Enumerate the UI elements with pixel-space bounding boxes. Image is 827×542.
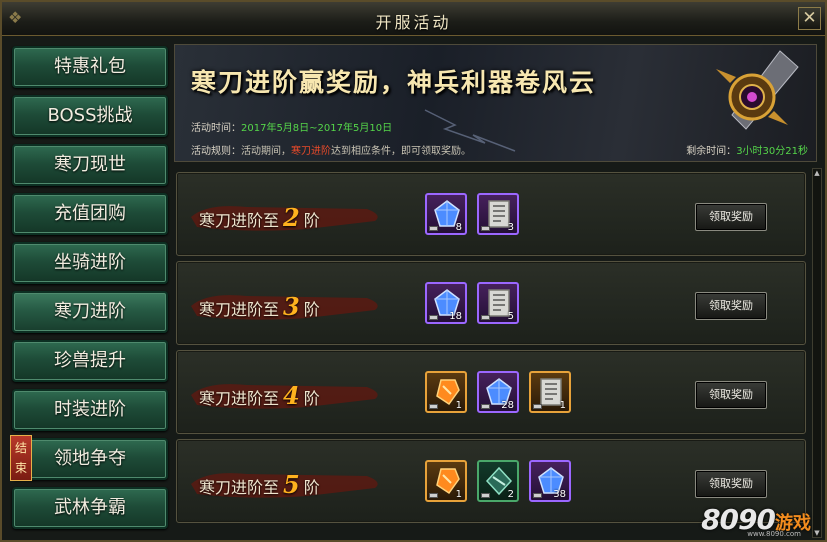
item-quantity: 3 xyxy=(507,222,514,233)
event-rules-pre: 活动期间， xyxy=(241,146,291,157)
sidebar-item-boss-challenge[interactable]: BOSS挑战 xyxy=(12,95,168,137)
claim-reward-button[interactable]: 领取奖励 xyxy=(695,292,767,320)
sidebar-item-hand-blade-appear[interactable]: 寒刀现世 xyxy=(12,144,168,186)
green-crystal-icon[interactable]: 2 xyxy=(477,460,519,502)
stage-label: 寒刀进阶至 5 阶 xyxy=(199,470,320,499)
bind-lock-icon xyxy=(429,493,438,498)
event-time: 活动时间：2017年5月8日~2017年5月10日 xyxy=(191,119,392,134)
reward-row: 寒刀进阶至 2 阶 8 3 领取奖励 xyxy=(176,172,806,256)
reward-row: 寒刀进阶至 4 阶 1 28 1 领取奖励 xyxy=(176,350,806,434)
scroll-icon[interactable]: 1 xyxy=(529,371,571,413)
bind-lock-icon xyxy=(481,226,490,231)
stage-label: 寒刀进阶至 4 阶 xyxy=(199,381,320,410)
stage-prefix: 寒刀进阶至 xyxy=(199,211,280,230)
sidebar-item-martial-contest[interactable]: 武林争霸 xyxy=(12,487,168,529)
scroll-icon[interactable]: 3 xyxy=(477,193,519,235)
bind-lock-icon xyxy=(481,315,490,320)
remaining-time: 剩余时间：3小时30分21秒 xyxy=(686,142,808,157)
bind-lock-icon xyxy=(533,404,542,409)
reward-row: 寒刀进阶至 3 阶 18 5 领取奖励 xyxy=(176,261,806,345)
item-quantity: 1 xyxy=(559,400,566,411)
stage-level: 3 xyxy=(283,292,300,321)
banner-slogan: 寒刀进阶赢奖励，神兵利器卷风云 xyxy=(191,68,597,97)
item-quantity: 38 xyxy=(553,489,566,500)
remaining-time-label: 剩余时间： xyxy=(686,146,737,157)
scroll-up-icon[interactable]: ▲ xyxy=(813,169,821,177)
stage-suffix: 阶 xyxy=(303,211,320,230)
sidebar-item-blade-advance[interactable]: 寒刀进阶 xyxy=(12,291,168,333)
item-quantity: 5 xyxy=(507,311,514,322)
item-quantity: 1 xyxy=(455,400,462,411)
claim-reward-button[interactable]: 领取奖励 xyxy=(695,203,767,231)
site-watermark: 8090游戏 www.8090.com xyxy=(701,503,811,538)
sidebar-item-territory-battle[interactable]: 领地争夺 xyxy=(12,438,168,480)
watermark-url: www.8090.com xyxy=(747,530,801,538)
bind-lock-icon xyxy=(429,226,438,231)
orange-gem-icon[interactable]: 1 xyxy=(425,371,467,413)
item-quantity: 1 xyxy=(455,489,462,500)
stage-label: 寒刀进阶至 2 阶 xyxy=(199,203,320,232)
stage-suffix: 阶 xyxy=(303,300,320,319)
bind-lock-icon xyxy=(533,493,542,498)
item-quantity: 18 xyxy=(449,311,462,322)
orange-gem-icon[interactable]: 1 xyxy=(425,460,467,502)
sidebar-item-special-gift[interactable]: 特惠礼包 xyxy=(12,46,168,88)
event-rules-highlight: 寒刀进阶 xyxy=(291,146,331,157)
close-button[interactable]: ✕ xyxy=(798,7,821,30)
event-rules-label: 活动规则： xyxy=(191,146,241,157)
blue-gem-icon[interactable]: 28 xyxy=(477,371,519,413)
stage-prefix: 寒刀进阶至 xyxy=(199,478,280,497)
activity-window: ❖ 开服活动 ✕ 特惠礼包 BOSS挑战 寒刀现世 充值团购 坐骑进阶 寒刀进阶… xyxy=(0,0,827,542)
event-time-value: 2017年5月8日~2017年5月10日 xyxy=(241,123,393,134)
stage-label: 寒刀进阶至 3 阶 xyxy=(199,292,320,321)
reward-list: 寒刀进阶至 2 阶 8 3 领取奖励 寒刀进阶至 3 阶 18 5 领取奖励 寒… xyxy=(174,168,808,540)
event-time-label: 活动时间： xyxy=(191,123,241,134)
stage-level: 5 xyxy=(283,470,300,499)
stage-prefix: 寒刀进阶至 xyxy=(199,300,280,319)
ended-badge: 结束 xyxy=(10,435,32,481)
window-title: 开服活动 xyxy=(375,13,452,32)
event-banner: 寒刀进阶赢奖励，神兵利器卷风云 活动时间：2017年5月8日~2017年5月10… xyxy=(174,44,817,162)
sidebar-item-group-buy[interactable]: 充值团购 xyxy=(12,193,168,235)
reward-list-scrollbar[interactable]: ▲ ▼ xyxy=(812,168,822,538)
sidebar-item-mount-advance[interactable]: 坐骑进阶 xyxy=(12,242,168,284)
sidebar-item-pet-upgrade[interactable]: 珍兽提升 xyxy=(12,340,168,382)
bind-lock-icon xyxy=(429,315,438,320)
stage-prefix: 寒刀进阶至 xyxy=(199,389,280,408)
remaining-time-value: 3小时30分21秒 xyxy=(736,146,808,157)
sidebar-item-fashion-advance[interactable]: 时装进阶 xyxy=(12,389,168,431)
stage-suffix: 阶 xyxy=(303,389,320,408)
blue-gem-icon[interactable]: 38 xyxy=(529,460,571,502)
bind-lock-icon xyxy=(429,404,438,409)
claim-reward-button[interactable]: 领取奖励 xyxy=(695,381,767,409)
blue-gem-icon[interactable]: 18 xyxy=(425,282,467,324)
event-rules-post: 达到相应条件，即可领取奖励。 xyxy=(331,146,471,157)
bind-lock-icon xyxy=(481,404,490,409)
item-quantity: 2 xyxy=(507,489,514,500)
stage-level: 2 xyxy=(283,203,300,232)
stage-level: 4 xyxy=(283,381,300,410)
sidebar: 特惠礼包 BOSS挑战 寒刀现世 充值团购 坐骑进阶 寒刀进阶 珍兽提升 时装进… xyxy=(8,42,168,538)
stage-suffix: 阶 xyxy=(303,478,320,497)
weapon-emblem-icon xyxy=(716,50,799,130)
scroll-icon[interactable]: 5 xyxy=(477,282,519,324)
event-rules: 活动规则：活动期间，寒刀进阶达到相应条件，即可领取奖励。 xyxy=(191,142,471,157)
scroll-down-icon[interactable]: ▼ xyxy=(813,529,821,537)
bind-lock-icon xyxy=(481,493,490,498)
item-quantity: 8 xyxy=(455,222,462,233)
item-quantity: 28 xyxy=(501,400,514,411)
claim-reward-button[interactable]: 领取奖励 xyxy=(695,470,767,498)
title-bar: ❖ 开服活动 ✕ xyxy=(2,2,825,36)
blue-gem-icon[interactable]: 8 xyxy=(425,193,467,235)
